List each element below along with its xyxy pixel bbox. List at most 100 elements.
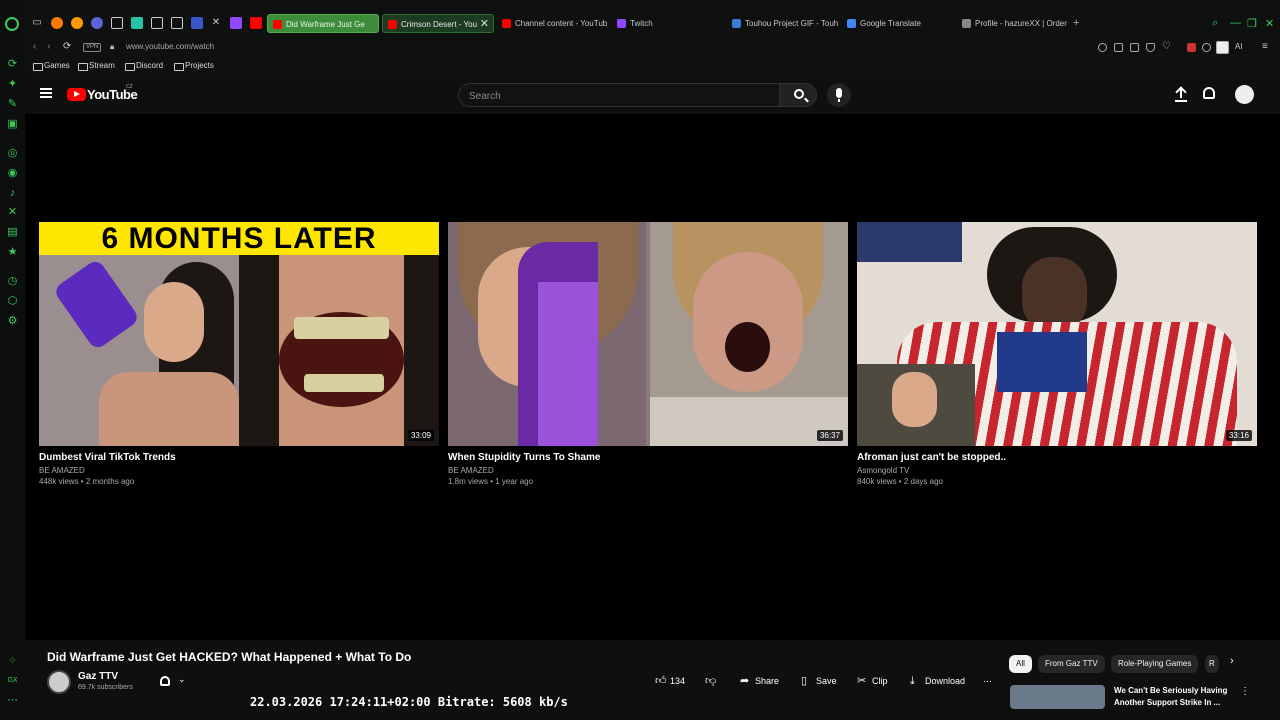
endscreen-card[interactable]: 36:37 When Stupidity Turns To Shame BE A… xyxy=(448,222,848,486)
pinned-tab-icon[interactable] xyxy=(51,17,63,29)
youtube-logo-icon[interactable] xyxy=(67,88,86,101)
x-icon[interactable]: ✕ xyxy=(210,17,222,29)
bookmark-folder-games[interactable]: Games xyxy=(33,61,70,71)
pinned-tab-icon[interactable] xyxy=(191,17,203,29)
pinned-tab-icon[interactable] xyxy=(71,17,83,29)
close-window-icon[interactable]: ✕ xyxy=(1265,17,1274,30)
opera-logo-icon[interactable] xyxy=(5,17,19,31)
clip-button[interactable]: ✂ Clip xyxy=(857,674,888,688)
document-icon[interactable] xyxy=(111,17,123,29)
snapshot-icon[interactable] xyxy=(1130,43,1139,52)
video-title[interactable]: Afroman just can't be stopped.. xyxy=(857,452,1257,463)
download-button[interactable]: ⤓ Download xyxy=(910,674,965,688)
chevron-right-icon[interactable]: › xyxy=(1230,655,1234,667)
chip-role-playing-games[interactable]: Role-Playing Games xyxy=(1111,655,1199,673)
tab-touhou-gif[interactable]: Touhou Project GIF - Touh xyxy=(727,14,839,33)
save-button[interactable]: ▯ Save xyxy=(801,674,837,688)
endscreen-card[interactable]: 33:16 Afroman just can't be stopped.. As… xyxy=(857,222,1257,486)
pinned-tab-icon[interactable] xyxy=(131,17,143,29)
tab-google-translate[interactable]: Google Translate xyxy=(842,14,954,33)
pages-icon[interactable]: ▤ xyxy=(6,226,19,239)
heart-icon[interactable]: ♡ xyxy=(1162,41,1171,52)
reload-icon[interactable]: ⟳ xyxy=(63,41,71,52)
tab-did-warframe[interactable]: Did Warframe Just Ge xyxy=(267,14,379,33)
twitch-icon[interactable] xyxy=(230,17,242,29)
video-thumbnail[interactable]: 36:37 xyxy=(448,222,848,446)
channel-name[interactable]: BE AMAZED xyxy=(39,466,439,475)
channel-avatar[interactable] xyxy=(47,670,71,694)
emoji-icon[interactable] xyxy=(1098,43,1107,52)
extension-icon[interactable] xyxy=(1202,43,1211,52)
tab-profile[interactable]: Profile - hazureXX | Order xyxy=(957,14,1069,33)
chip-all[interactable]: All xyxy=(1009,655,1032,673)
document-icon[interactable] xyxy=(151,17,163,29)
vpn-badge[interactable]: VPN xyxy=(83,43,102,52)
search-box[interactable] xyxy=(458,83,780,107)
search-button[interactable] xyxy=(779,83,817,107)
x-icon[interactable]: ✕ xyxy=(6,206,19,219)
video-thumbnail[interactable]: 33:16 xyxy=(857,222,1257,446)
account-avatar[interactable] xyxy=(1235,85,1254,104)
url-field[interactable]: www.youtube.com/watch xyxy=(126,42,214,51)
messenger-icon[interactable]: ◎ xyxy=(6,147,19,160)
edit-icon[interactable]: ✎ xyxy=(6,98,19,111)
endscreen-card[interactable]: 6 MONTHS LATER 33:09 Dumbest Viral TikTo… xyxy=(39,222,439,486)
channel-name[interactable]: Asmongold TV xyxy=(857,466,1257,475)
share-button[interactable]: ➦ Share xyxy=(740,674,779,688)
search-tabs-icon[interactable]: ⌕ xyxy=(1212,17,1218,30)
bookmark-folder-projects[interactable]: Projects xyxy=(174,61,214,71)
menu-icon[interactable]: ≡ xyxy=(1262,41,1268,52)
cube-icon[interactable]: ⬡ xyxy=(6,295,19,308)
notifications-bell-icon[interactable] xyxy=(1203,87,1215,99)
chip-more[interactable]: R xyxy=(1205,655,1219,673)
tab-twitch[interactable]: Twitch xyxy=(612,14,724,33)
bookmark-folder-discord[interactable]: Discord xyxy=(125,61,163,71)
star-icon[interactable]: ★ xyxy=(6,246,19,259)
chip-from-channel[interactable]: From Gaz TTV xyxy=(1038,655,1105,673)
bookmark-folder-stream[interactable]: Stream xyxy=(78,61,115,71)
voice-search-button[interactable] xyxy=(827,83,851,107)
dislike-button[interactable]: 👎︎ xyxy=(705,674,720,688)
tab-crimson-desert[interactable]: Crimson Desert - You ✕ xyxy=(382,14,494,33)
ai-label[interactable]: AI xyxy=(1235,42,1243,51)
more-icon[interactable]: ⋯ xyxy=(6,694,19,707)
hamburger-menu-icon[interactable] xyxy=(40,88,52,98)
whatsapp-icon[interactable]: ◉ xyxy=(6,167,19,180)
video-title[interactable]: Dumbest Viral TikTok Trends xyxy=(39,452,439,463)
maximize-icon[interactable]: ❐ xyxy=(1247,17,1257,30)
bookmark-icon[interactable] xyxy=(1114,43,1123,52)
pinned-tab-icon[interactable] xyxy=(91,17,103,29)
forward-icon[interactable]: › xyxy=(47,41,50,52)
video-player[interactable]: 6 MONTHS LATER 33:09 Dumbest Viral TikTo… xyxy=(25,114,1280,640)
related-video-title[interactable]: We Can't Be Seriously Having Another Sup… xyxy=(1114,685,1234,709)
refresh-icon[interactable]: ⟳ xyxy=(6,58,19,71)
new-tab-icon[interactable]: + xyxy=(1073,17,1079,29)
video-title[interactable]: When Stupidity Turns To Shame xyxy=(448,452,848,463)
like-button[interactable]: 👍︎ 134 xyxy=(655,674,685,688)
search-input[interactable] xyxy=(469,89,769,103)
history-icon[interactable]: ◷ xyxy=(6,275,19,288)
youtube-icon[interactable] xyxy=(250,17,262,29)
related-video-thumbnail[interactable] xyxy=(1010,685,1105,709)
more-actions-icon[interactable]: ⋯ xyxy=(983,674,992,688)
extension-icon[interactable] xyxy=(1187,43,1196,52)
tab-channel-content[interactable]: Channel content - YouTub xyxy=(497,14,609,33)
back-icon[interactable]: ‹ xyxy=(33,41,36,52)
tiktok-icon[interactable]: ♪ xyxy=(6,187,19,200)
shield-icon[interactable] xyxy=(1146,43,1155,52)
subscription-bell-icon[interactable] xyxy=(160,676,170,686)
channel-name[interactable]: Gaz TTV xyxy=(78,671,118,682)
gamepad-icon[interactable]: ▭ xyxy=(31,17,43,29)
channel-name[interactable]: BE AMAZED xyxy=(448,466,848,475)
document-icon[interactable] xyxy=(171,17,183,29)
pin-icon[interactable]: ✧ xyxy=(6,655,19,668)
settings-icon[interactable]: ⚙ xyxy=(6,315,19,328)
close-icon[interactable]: ✕ xyxy=(480,15,489,32)
chevron-down-icon[interactable]: ⌄ xyxy=(178,674,186,685)
profile-avatar-icon[interactable] xyxy=(1216,41,1229,54)
minimize-icon[interactable]: — xyxy=(1230,17,1241,29)
video-thumbnail[interactable]: 6 MONTHS LATER 33:09 xyxy=(39,222,439,446)
gx-icon[interactable]: GX xyxy=(6,674,19,687)
ai-icon[interactable]: ✦ xyxy=(6,78,19,91)
wallet-icon[interactable]: ▣ xyxy=(6,118,19,131)
